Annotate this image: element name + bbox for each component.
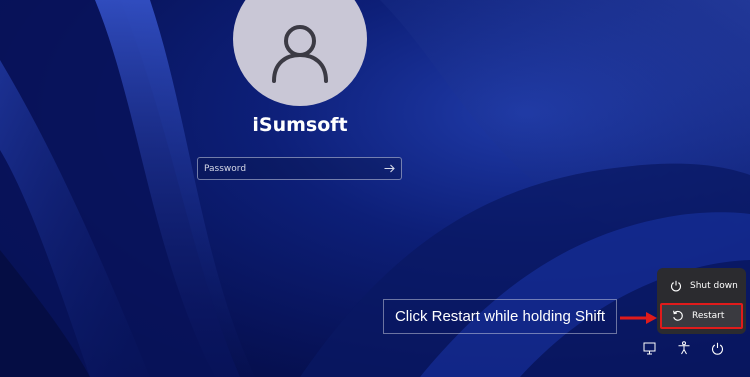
callout-arrow-icon bbox=[620, 312, 657, 324]
accessibility-icon bbox=[678, 341, 690, 355]
shut-down-menu-item[interactable]: Shut down bbox=[660, 273, 743, 299]
user-icon bbox=[272, 25, 328, 83]
shut-down-label: Shut down bbox=[690, 281, 738, 291]
username-label: iSumsoft bbox=[252, 114, 348, 136]
submit-arrow-button[interactable] bbox=[381, 161, 397, 176]
power-icon bbox=[669, 279, 683, 293]
network-icon bbox=[643, 342, 656, 354]
instruction-text: Click Restart while holding Shift bbox=[394, 308, 606, 325]
power-button[interactable] bbox=[709, 340, 725, 356]
power-icon bbox=[711, 342, 723, 355]
restart-icon bbox=[671, 309, 685, 323]
instruction-callout: Click Restart while holding Shift bbox=[383, 299, 617, 334]
lock-screen: iSumsoft Shut down Restart Click Restart… bbox=[0, 0, 750, 377]
power-menu: Shut down Restart bbox=[657, 268, 746, 334]
password-input[interactable] bbox=[198, 158, 378, 179]
restart-menu-item[interactable]: Restart bbox=[660, 303, 743, 329]
accessibility-button[interactable] bbox=[676, 340, 692, 356]
network-button[interactable] bbox=[642, 340, 658, 356]
restart-label: Restart bbox=[692, 311, 725, 321]
password-field[interactable] bbox=[197, 157, 402, 180]
arrow-right-icon bbox=[384, 164, 395, 173]
